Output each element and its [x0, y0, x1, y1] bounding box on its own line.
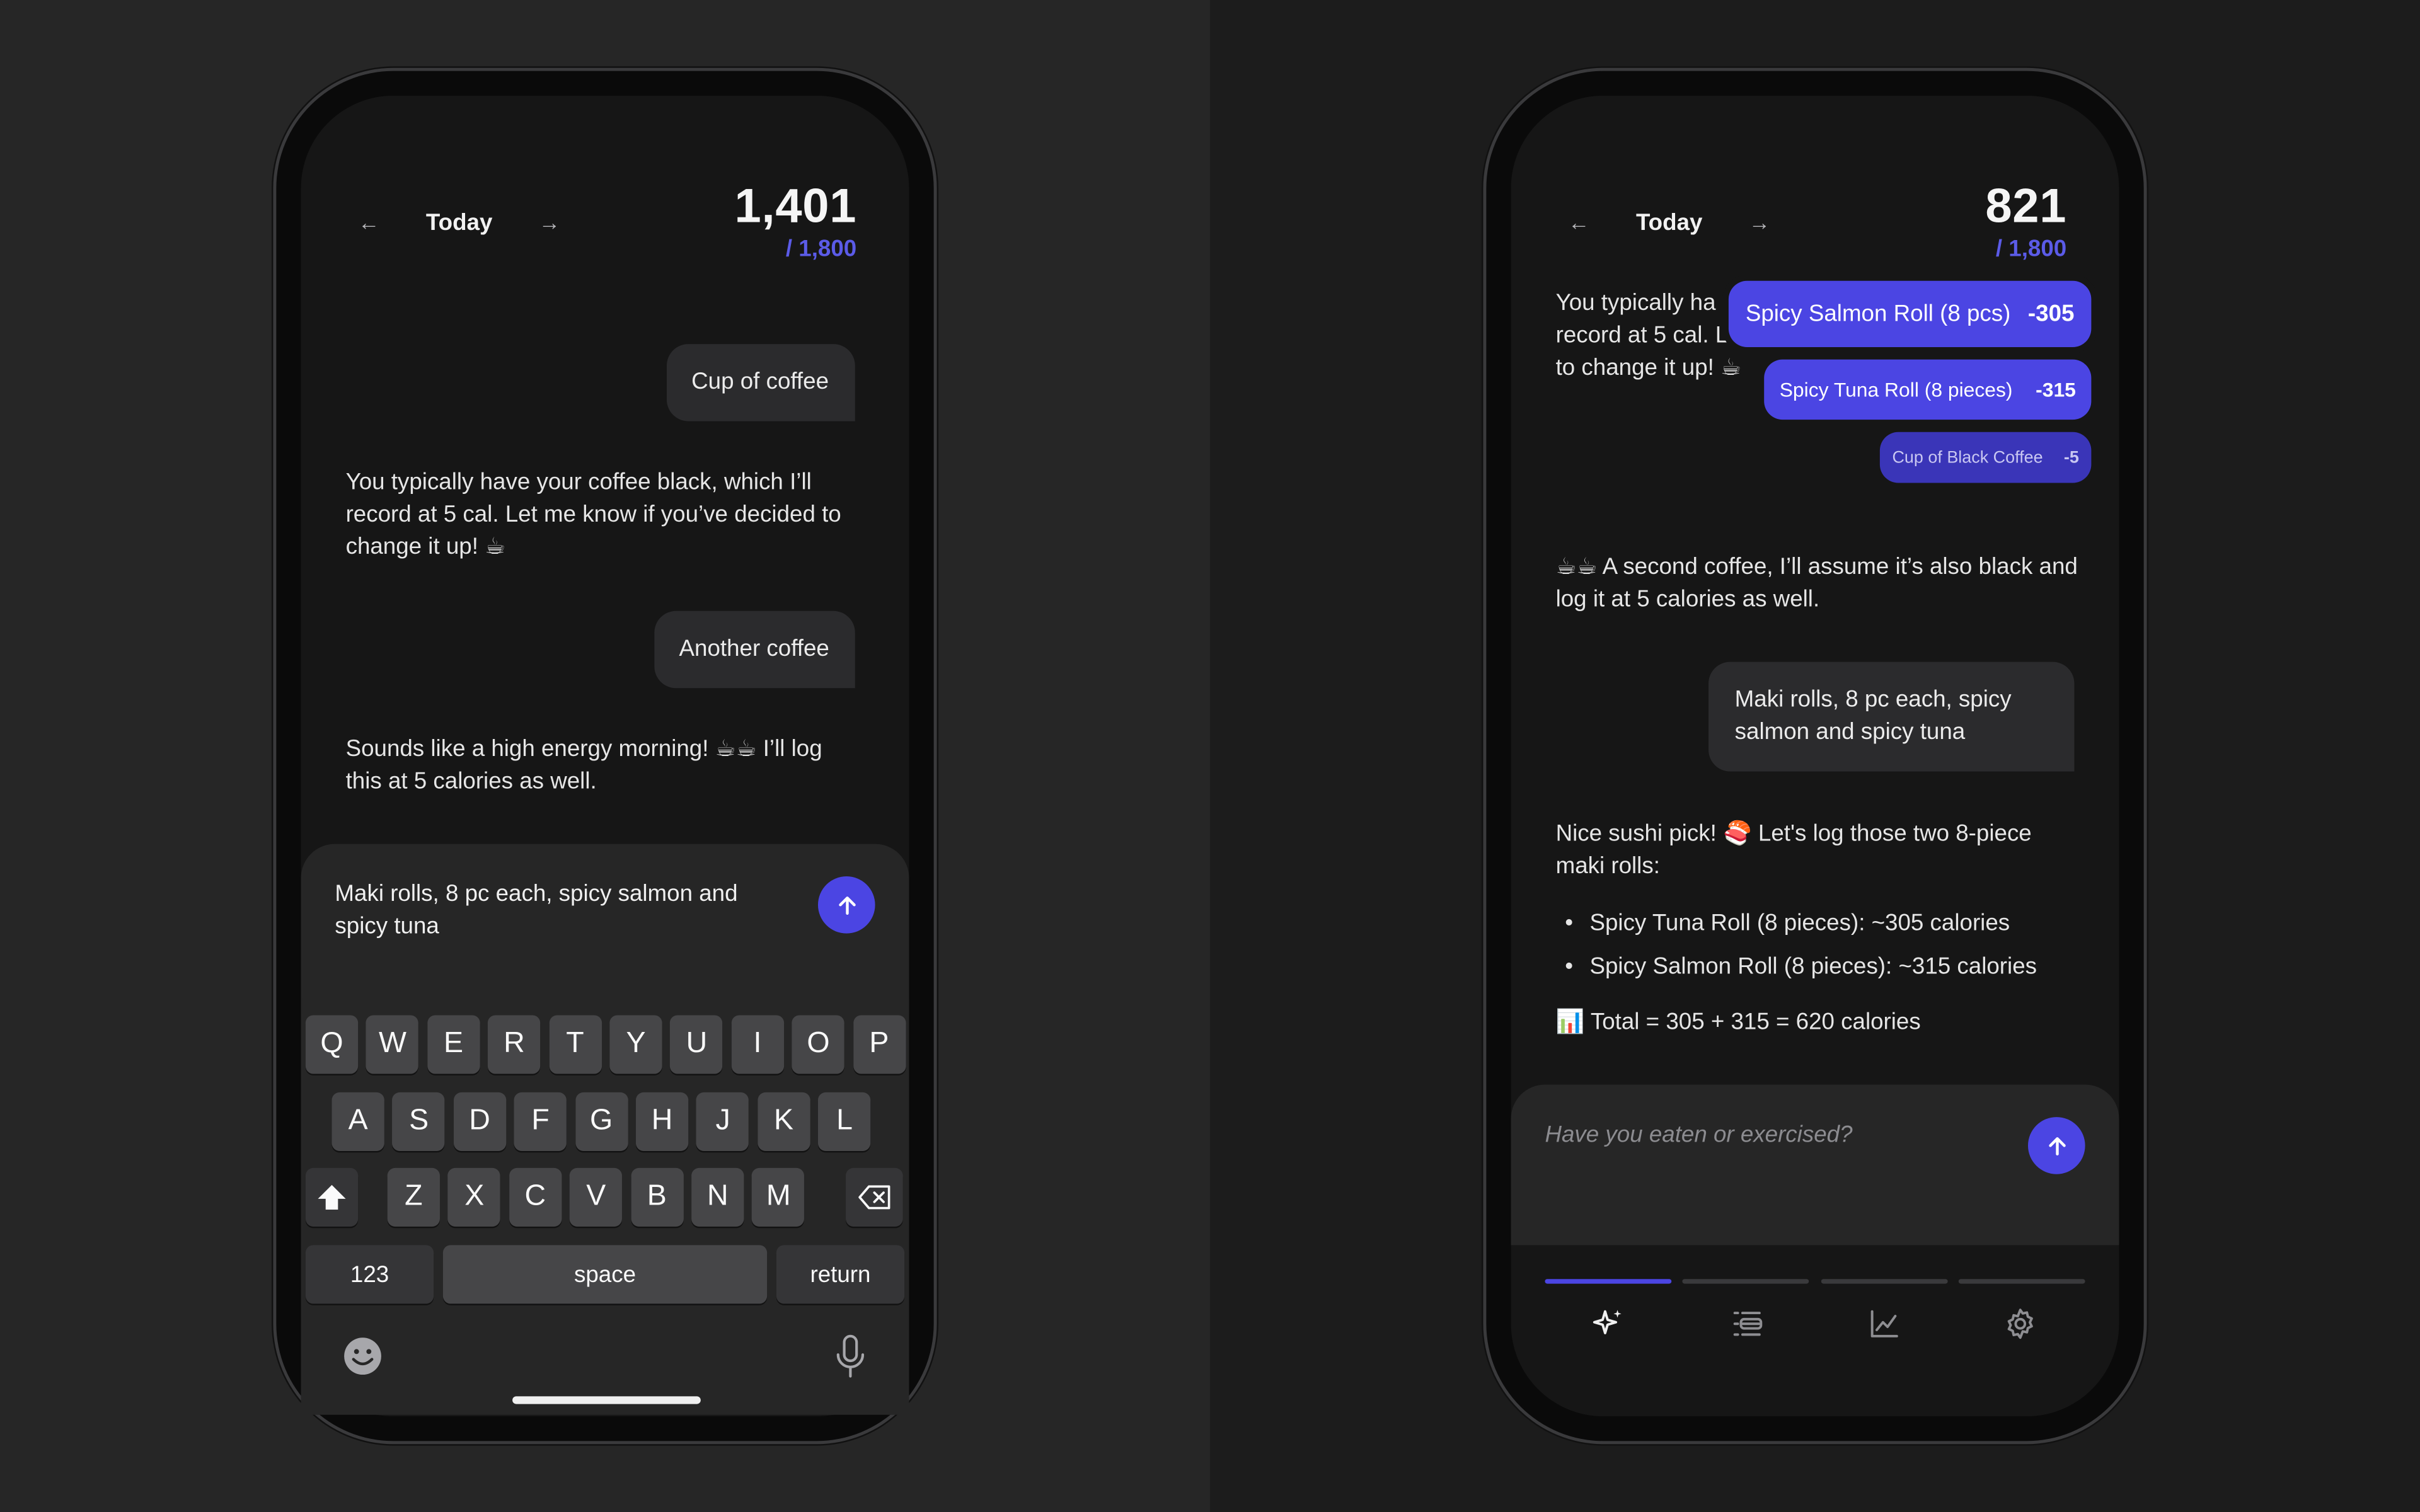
user-message-bubble: Maki rolls, 8 pc each, spicy salmon and … — [1708, 662, 2075, 772]
calories-total: 1,401 — [734, 179, 857, 233]
message-input-area[interactable]: Have you eaten or exercised? — [1511, 1084, 2119, 1246]
key-e[interactable]: E — [427, 1015, 480, 1074]
shift-key[interactable] — [305, 1167, 359, 1227]
assistant-message: You typically have your coffee black, wh… — [345, 469, 841, 560]
emoji-icon[interactable] — [343, 1336, 383, 1384]
key-u[interactable]: U — [670, 1015, 723, 1074]
key-w[interactable]: W — [366, 1015, 419, 1074]
microphone-icon[interactable] — [835, 1334, 866, 1385]
arrow-up-icon — [2048, 1136, 2065, 1155]
key-z[interactable]: Z — [387, 1167, 440, 1227]
bullet: • — [1565, 953, 1574, 980]
tab-indicator — [1958, 1279, 2085, 1284]
assistant-message: ☕☕ A second coffee, I’ll assume it’s als… — [1555, 554, 2078, 613]
logged-item-chip[interactable]: Cup of Black Coffee -5 — [1879, 432, 2092, 483]
key-r[interactable]: R — [488, 1015, 541, 1074]
arrow-left-icon[interactable]: ← — [1568, 210, 1589, 234]
key-t[interactable]: T — [548, 1015, 602, 1074]
key-x[interactable]: X — [448, 1167, 501, 1227]
calories-goal: / 1,800 — [785, 236, 857, 263]
key-n[interactable]: N — [691, 1167, 744, 1227]
send-button[interactable] — [817, 876, 875, 934]
key-c[interactable]: C — [509, 1167, 562, 1227]
message-input[interactable]: Maki rolls, 8 pc each, spicy salmon and … — [335, 878, 782, 942]
key-g[interactable]: G — [575, 1092, 628, 1151]
key-k[interactable]: K — [757, 1092, 810, 1151]
user-message-bubble: Cup of coffee — [666, 344, 855, 421]
arrow-up-icon — [838, 895, 855, 914]
key-q[interactable]: Q — [305, 1015, 359, 1074]
sparkles-icon[interactable] — [1591, 1307, 1625, 1341]
message-input[interactable]: Have you eaten or exercised? — [1545, 1121, 1852, 1148]
key-h[interactable]: H — [635, 1092, 689, 1151]
key-a[interactable]: A — [331, 1092, 384, 1151]
logged-item-name: Spicy Salmon Roll (8 pcs) — [1745, 301, 2011, 328]
date-title: Today — [425, 210, 493, 236]
logged-item-name: Spicy Tuna Roll (8 pieces) — [1779, 378, 2013, 401]
assistant-message: Nice sushi pick! 🍣 Let's log those two 8… — [1555, 820, 2032, 879]
logged-item-calories: -305 — [2027, 301, 2075, 328]
list-icon[interactable] — [1730, 1307, 1764, 1341]
key-s[interactable]: S — [393, 1092, 446, 1151]
send-button[interactable] — [2027, 1117, 2085, 1174]
logged-item-chip[interactable]: Spicy Salmon Roll (8 pcs) -305 — [1728, 280, 2092, 348]
key-o[interactable]: O — [792, 1015, 845, 1074]
key-y[interactable]: Y — [609, 1015, 662, 1074]
tab-indicator — [1545, 1279, 1672, 1284]
logged-item-chip[interactable]: Spicy Tuna Roll (8 pieces) -315 — [1764, 359, 2092, 420]
calories-total: 821 — [1985, 179, 2067, 233]
numbers-key[interactable]: 123 — [305, 1245, 434, 1304]
key-v[interactable]: V — [570, 1167, 623, 1227]
tab-indicator — [1682, 1279, 1809, 1284]
list-item-text: Spicy Tuna Roll (8 pieces): ~305 calorie… — [1589, 910, 2010, 937]
user-message-bubble: Another coffee — [654, 610, 856, 689]
logged-item-calories: -5 — [2063, 448, 2079, 467]
key-i[interactable]: I — [731, 1015, 784, 1074]
key-j[interactable]: J — [696, 1092, 749, 1151]
key-l[interactable]: L — [818, 1092, 871, 1151]
key-m[interactable]: M — [752, 1167, 805, 1227]
space-key[interactable]: space — [442, 1245, 768, 1304]
delete-key[interactable] — [846, 1167, 903, 1227]
key-d[interactable]: D — [453, 1092, 506, 1151]
key-p[interactable]: P — [853, 1015, 906, 1074]
chart-icon[interactable] — [1867, 1307, 1901, 1341]
total-line: 📊 Total = 305 + 315 = 620 calories — [1555, 1009, 1921, 1036]
calories-goal: / 1,800 — [1995, 236, 2067, 263]
date-title: Today — [1635, 210, 1703, 236]
bullet: • — [1565, 910, 1574, 937]
shift-icon — [318, 1184, 346, 1210]
list-item: • Spicy Salmon Roll (8 pieces): ~315 calo… — [1565, 951, 2090, 983]
assistant-message: Sounds like a high energy morning! ☕☕ I’… — [345, 736, 822, 795]
tab-indicator — [1821, 1279, 1948, 1284]
list-item: • Spicy Tuna Roll (8 pieces): ~305 calori… — [1565, 907, 2090, 939]
arrow-right-icon[interactable]: → — [539, 210, 560, 234]
logged-item-name: Cup of Black Coffee — [1892, 448, 2043, 467]
logged-item-calories: -315 — [2036, 378, 2076, 401]
backspace-icon — [858, 1185, 890, 1210]
list-item-text: Spicy Salmon Roll (8 pieces): ~315 calor… — [1589, 953, 2037, 980]
return-key[interactable]: return — [776, 1245, 905, 1304]
gear-icon[interactable] — [2003, 1307, 2037, 1341]
keyboard: QWERTYUIOP ASDFGHJKL ZXCVBNM 123 space r… — [301, 998, 909, 1415]
message-input-area[interactable]: Maki rolls, 8 pc each, spicy salmon and … — [301, 844, 909, 1014]
home-indicator — [512, 1396, 701, 1404]
arrow-right-icon[interactable]: → — [1749, 210, 1770, 234]
arrow-left-icon[interactable]: ← — [358, 210, 379, 234]
key-b[interactable]: B — [630, 1167, 683, 1227]
key-f[interactable]: F — [514, 1092, 567, 1151]
